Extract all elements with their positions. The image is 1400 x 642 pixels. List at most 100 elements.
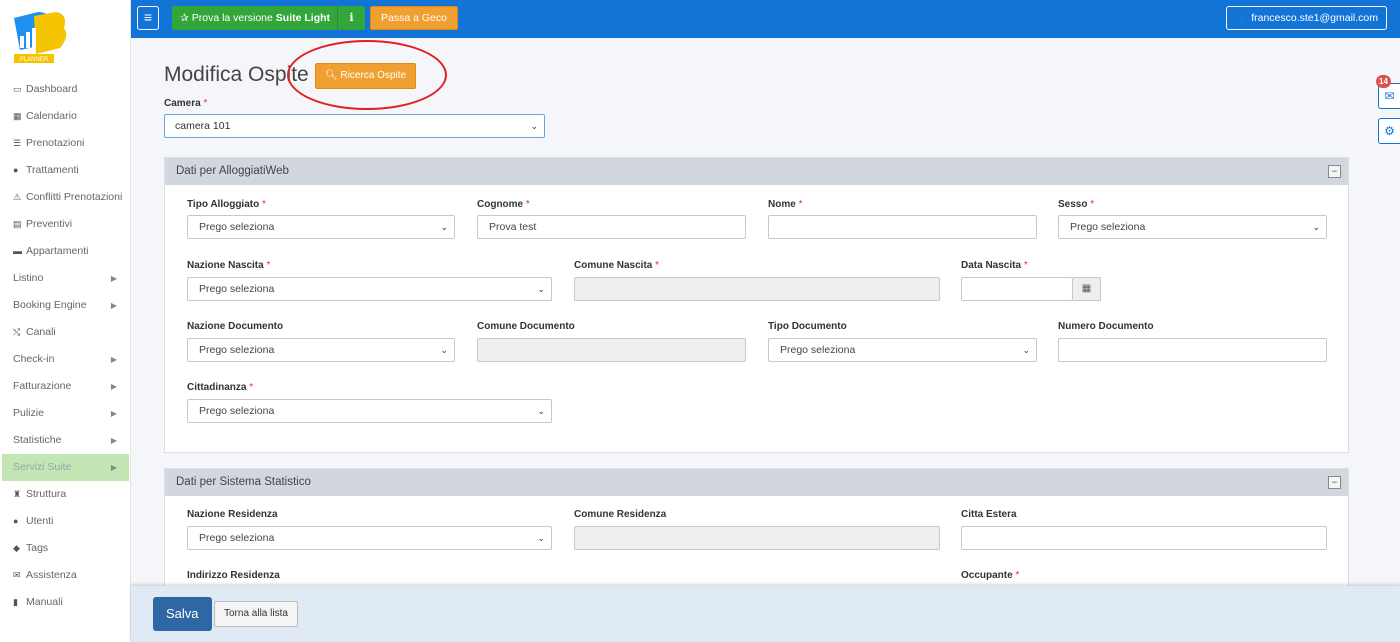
cittadinanza-label: Cittadinanza * [187,382,254,393]
nazione-documento-select[interactable]: Prego seleziona ⌄ [187,338,455,362]
user-email: francesco.ste1@gmail.com [1251,12,1378,24]
citta-estera-input[interactable] [961,526,1327,550]
sidebar-item-servizi-suite[interactable]: Servizi Suite ▶ [2,454,129,481]
sidebar-item-label: Preventivi [26,218,73,230]
user-menu-button[interactable]: 👤 francesco.ste1@gmail.com [1226,6,1387,30]
sidebar-item-calendario[interactable]: ▦ Calendario [0,103,131,130]
envelope-icon: ✉ [1384,89,1395,103]
chevron-down-icon: ⌄ [530,121,538,131]
messages-badge: 14 [1376,75,1391,88]
caret-right-icon: ▶ [110,301,117,310]
sidebar-item-label: Fatturazione [13,380,72,392]
chevron-down-icon: ⌄ [440,345,448,355]
sidebar-item-label: Listino [13,272,44,284]
nome-input[interactable] [768,215,1037,239]
nazione-nascita-label: Nazione Nascita * [187,260,271,271]
gears-icon: ⚙ [1384,124,1395,138]
struttura-icon: ♜ [13,489,22,499]
sidebar-item-label: Struttura [26,488,67,500]
indirizzo-residenza-label: Indirizzo Residenza [187,570,280,581]
sidebar-nav: ▭ Dashboard ▦ Calendario ☰ Prenotazioni ● Tratt… [0,76,131,616]
sidebar-item-label: Dashboard [26,83,78,95]
sidebar-item-check-in[interactable]: Check-in ▶ [0,346,131,373]
sidebar-item-assistenza[interactable]: ✉ Assistenza [0,562,131,589]
calendar-icon[interactable]: ▦ [1073,277,1101,301]
sidebar-item-label: Tags [26,542,49,554]
sidebar-item-appartamenti[interactable]: ▬ Appartamenti [0,238,131,265]
manuali-icon: ▮ [13,597,18,607]
panel-header: Dati per AlloggiatiWeb − [165,158,1348,185]
sidebar-item-label: Prenotazioni [26,137,85,149]
assistenza-icon: ✉ [13,570,21,580]
sidebar-item-listino[interactable]: Listino ▶ [0,265,131,292]
comune-documento-input [477,338,746,362]
menu-toggle-icon[interactable]: ≡ [137,6,159,30]
sidebar-item-prenotazioni[interactable]: ☰ Prenotazioni [0,130,131,157]
topbar: ≡ ✰ Prova la versione Suite Light ℹ Pass… [131,0,1400,38]
conflitti-prenotazioni-icon: ⚠ [13,192,22,202]
collapse-icon[interactable]: − [1328,476,1341,489]
utenti-icon: ● [13,516,19,526]
sidebar-item-label: Assistenza [26,569,77,581]
sidebar-item-label: Pulizie [13,407,44,419]
back-to-list-button[interactable]: Torna alla lista [214,601,298,627]
sidebar-item-label: Canali [26,326,56,338]
save-button[interactable]: Salva [153,597,212,631]
citta-estera-label: Citta Estera [961,509,1017,520]
comune-nascita-label: Comune Nascita * [574,260,660,271]
nazione-residenza-select[interactable]: Prego seleziona ⌄ [187,526,552,550]
sidebar-item-fatturazione[interactable]: Fatturazione ▶ [0,373,131,400]
sidebar-item-struttura[interactable]: ♜ Struttura [0,481,131,508]
caret-right-icon: ▶ [110,274,117,283]
sidebar-item-canali[interactable]: ⤭ Canali [0,319,131,346]
messages-widget[interactable]: 14 ✉ [1376,75,1400,109]
sidebar-item-trattamenti[interactable]: ● Trattamenti [0,157,131,184]
app-logo[interactable]: PLANNER [12,10,68,66]
tipo-alloggiato-select[interactable]: Prego seleziona ⌄ [187,215,455,239]
numero-documento-input[interactable] [1058,338,1327,362]
try-suite-light-button[interactable]: ✰ Prova la versione Suite Light [172,6,339,30]
sesso-select[interactable]: Prego seleziona ⌄ [1058,215,1327,239]
comune-documento-label: Comune Documento [477,321,575,332]
tipo-alloggiato-label: Tipo Alloggiato * [187,199,266,210]
nazione-documento-label: Nazione Documento [187,321,284,332]
canali-icon: ⤭ [13,327,21,337]
sidebar-item-label: Manuali [26,596,63,608]
chevron-down-icon: ⌄ [440,222,448,232]
switch-to-geco-button[interactable]: Passa a Geco [370,6,458,30]
caret-right-icon: ▶ [110,409,117,418]
info-icon[interactable]: ℹ [337,6,365,30]
settings-widget[interactable]: ⚙ [1378,118,1400,144]
sidebar-item-booking-engine[interactable]: Booking Engine ▶ [0,292,131,319]
sidebar-item-label: Check-in [13,353,55,365]
tipo-documento-select[interactable]: Prego seleziona ⌄ [768,338,1037,362]
camera-select[interactable]: camera 101 ⌄ [164,114,545,138]
sidebar-item-pulizie[interactable]: Pulizie ▶ [0,400,131,427]
sidebar-item-manuali[interactable]: ▮ Manuali [0,589,131,616]
sidebar-item-utenti[interactable]: ● Utenti [0,508,131,535]
sidebar-item-statistiche[interactable]: Statistiche ▶ [0,427,131,454]
cognome-label: Cognome * [477,199,530,210]
user-icon: 👤 [1235,12,1249,24]
caret-right-icon: ▶ [110,463,117,472]
sidebar-item-label: Calendario [26,110,77,122]
nazione-nascita-select[interactable]: Prego seleziona ⌄ [187,277,552,301]
sidebar-item-dashboard[interactable]: ▭ Dashboard [0,76,131,103]
sidebar-item-label: Conflitti Prenotazioni [26,191,123,203]
sidebar-item-conflitti-prenotazioni[interactable]: ⚠ Conflitti Prenotazioni [0,184,131,211]
suite-name: Suite Light [275,12,331,24]
sidebar-item-tags[interactable]: ◆ Tags [0,535,131,562]
annotation-circle [287,40,447,110]
data-nascita-input[interactable] [961,277,1073,301]
appartamenti-icon: ▬ [13,246,22,256]
sidebar-item-label: Trattamenti [26,164,79,176]
cittadinanza-select[interactable]: Prego seleziona ⌄ [187,399,552,423]
cognome-input[interactable]: Prova test [477,215,746,239]
star-icon: ✰ [180,12,189,24]
calendario-icon: ▦ [13,111,22,121]
chevron-down-icon: ⌄ [537,406,545,416]
collapse-icon[interactable]: − [1328,165,1341,178]
sidebar-item-preventivi[interactable]: ▤ Preventivi [0,211,131,238]
panel-alloggiatiweb: Dati per AlloggiatiWeb − Tipo Alloggiato… [164,157,1349,453]
sidebar-item-label: Statistiche [13,434,62,446]
